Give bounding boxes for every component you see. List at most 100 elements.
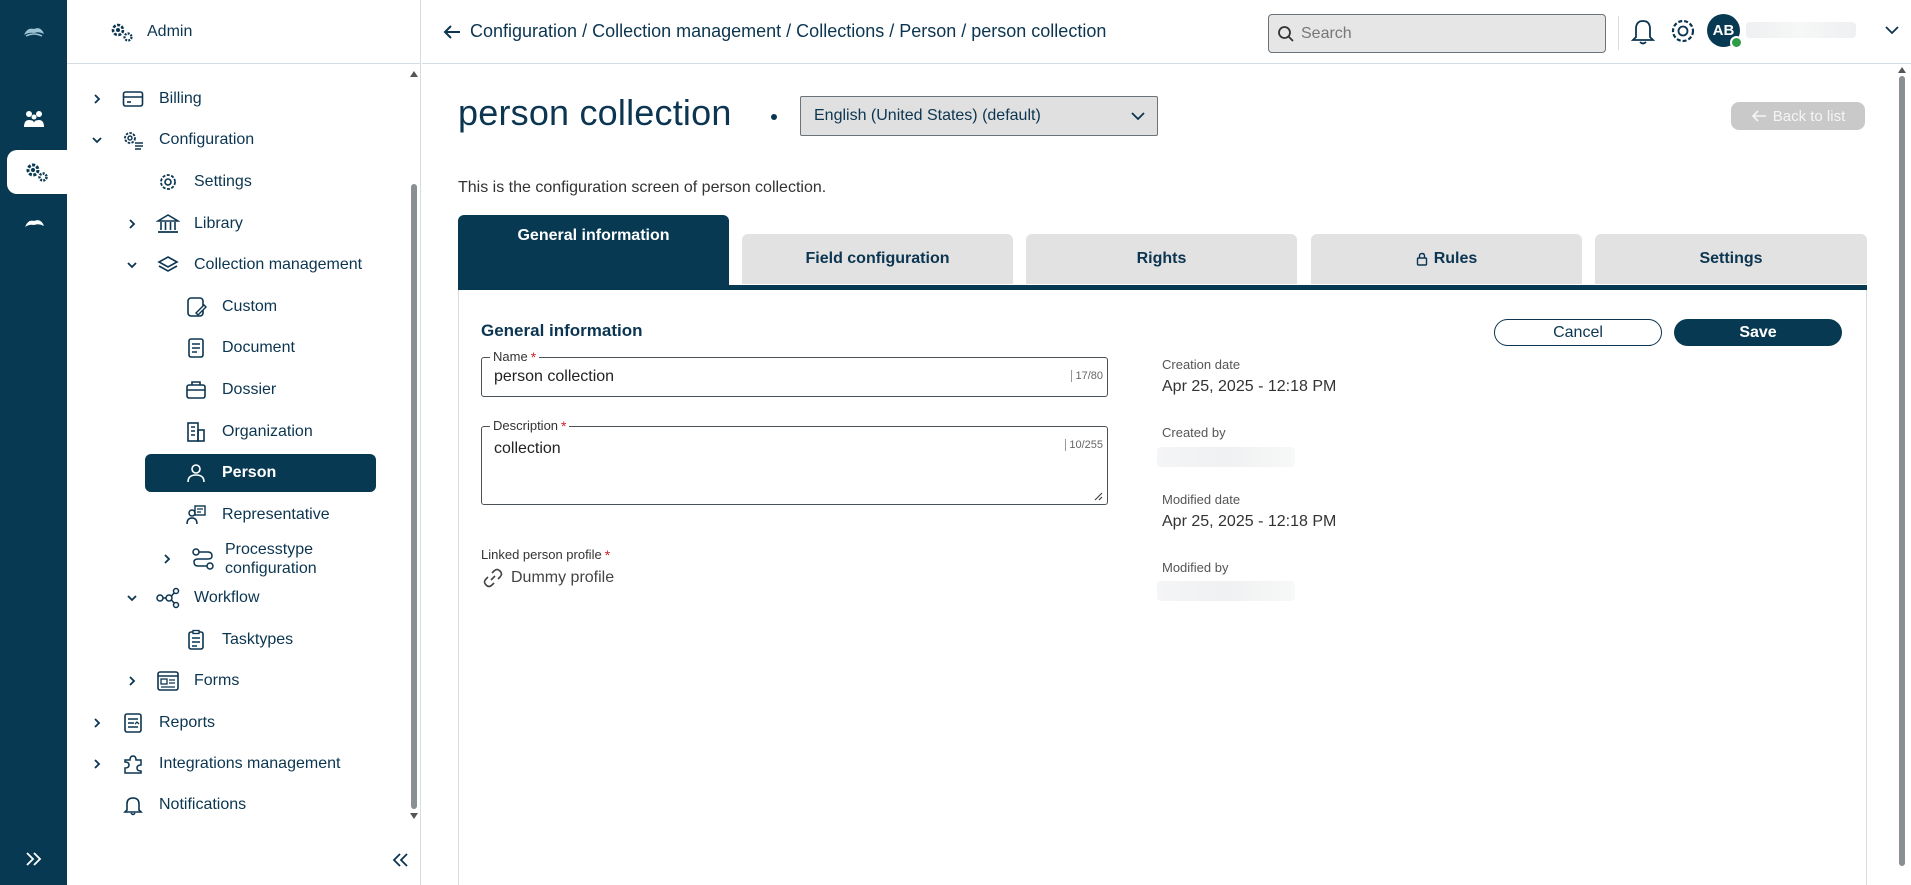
tab-label: Settings — [1699, 250, 1763, 267]
sidebar-item-label: Tasktypes — [222, 631, 294, 648]
process-icon — [191, 547, 215, 571]
creation-date-value: Apr 25, 2025 - 12:18 PM — [1162, 378, 1337, 395]
lock-icon — [1416, 252, 1427, 266]
sidebar-scrollbar-thumb[interactable] — [411, 184, 417, 809]
online-status-icon — [1730, 36, 1743, 49]
tab-rights[interactable]: Rights — [1026, 234, 1297, 284]
sidebar-item-document[interactable]: Document — [184, 329, 295, 367]
sidebar-item-tasktypes[interactable]: Tasktypes — [184, 621, 293, 659]
avatar[interactable]: AB — [1707, 14, 1743, 49]
sidebar-item-notifications[interactable]: Notifications — [121, 786, 246, 824]
rail-community-icon[interactable] — [0, 98, 67, 142]
chevron-right-icon[interactable] — [122, 671, 142, 691]
sidebar-item-label: Integrations management — [159, 755, 341, 772]
chevron-right-icon[interactable] — [157, 549, 177, 569]
page-title: person collection — [458, 92, 732, 133]
chevron-down-icon[interactable] — [122, 255, 142, 275]
reports-icon — [121, 711, 145, 735]
main-content: person collection English (United States… — [422, 65, 1892, 885]
search-box[interactable] — [1268, 14, 1606, 53]
tab-label: Field configuration — [805, 250, 950, 267]
sidebar-item-integrations-management[interactable]: Integrations management — [87, 745, 340, 783]
tab-label: Rules — [1433, 250, 1478, 267]
page-scrollbar[interactable] — [1896, 64, 1908, 885]
sidebar-item-label: Processtype — [225, 541, 314, 558]
library-icon — [156, 212, 180, 236]
sidebar: Admin Billing Configuration Settings Lib… — [67, 0, 421, 885]
resize-handle-icon[interactable] — [1093, 491, 1103, 501]
chevron-right-icon[interactable] — [87, 89, 107, 109]
chevron-right-icon[interactable] — [122, 214, 142, 234]
rail-admin-gear-icon[interactable] — [7, 150, 67, 194]
person-icon — [184, 461, 208, 485]
tab-field-configuration[interactable]: Field configuration — [742, 234, 1013, 284]
tab-label: General information — [517, 227, 670, 244]
language-value: English (United States) (default) — [814, 107, 1041, 124]
sidebar-item-label: Collection management — [194, 256, 363, 273]
save-button[interactable]: Save — [1674, 319, 1842, 346]
sidebar-item-label-2: configuration — [225, 560, 317, 577]
title-separator-dot — [771, 114, 777, 120]
custom-icon — [184, 295, 208, 319]
modified-by-label: Modified by — [1162, 560, 1229, 575]
sidebar-item-processtype-configuration[interactable]: Processtype configuration — [157, 537, 317, 581]
organization-icon — [184, 420, 208, 444]
chevron-down-icon[interactable] — [122, 588, 142, 608]
back-to-list-button[interactable]: Back to list — [1731, 102, 1865, 130]
linked-profile-link[interactable]: Dummy profile — [481, 566, 614, 590]
sidebar-item-configuration[interactable]: Configuration — [87, 121, 254, 159]
search-input[interactable] — [1301, 24, 1581, 43]
cancel-button[interactable]: Cancel — [1494, 319, 1662, 346]
tab-general-information[interactable]: General information — [458, 215, 729, 285]
link-icon — [483, 568, 503, 588]
settings-gear-icon[interactable] — [1668, 16, 1698, 46]
sidebar-item-label: Dossier — [222, 381, 277, 398]
tab-rules[interactable]: Rules — [1311, 234, 1582, 284]
arrow-left-icon — [1751, 110, 1766, 122]
sidebar-item-label: Forms — [194, 672, 240, 689]
sidebar-header[interactable]: Admin — [67, 0, 421, 64]
sidebar-item-collection-management[interactable]: Collection management — [122, 246, 362, 284]
sidebar-item-settings[interactable]: Settings — [156, 163, 252, 201]
sidebar-item-person[interactable]: Person — [145, 454, 376, 492]
language-select[interactable]: English (United States) (default) — [800, 96, 1158, 136]
puzzle-icon — [121, 752, 145, 776]
chevron-right-icon[interactable] — [87, 713, 107, 733]
back-arrow-icon[interactable] — [440, 20, 464, 44]
user-name-blurred[interactable] — [1746, 22, 1856, 38]
breadcrumb[interactable]: Configuration / Collection management / … — [470, 21, 1106, 42]
chevron-down-icon[interactable] — [1882, 20, 1902, 40]
sidebar-item-label: Configuration — [159, 131, 255, 148]
name-field[interactable]: Name * person collection 17/80 — [481, 349, 1108, 397]
notifications-bell-icon[interactable] — [1629, 16, 1657, 46]
rail-expand-icon[interactable] — [0, 841, 67, 877]
dossier-icon — [184, 378, 208, 402]
sidebar-item-representative[interactable]: Representative — [184, 496, 330, 534]
description-field[interactable]: Description * collection 10/255 — [481, 418, 1108, 505]
modified-date-value: Apr 25, 2025 - 12:18 PM — [1162, 513, 1337, 530]
sidebar-item-workflow[interactable]: Workflow — [122, 579, 260, 617]
name-input-value[interactable]: person collection — [494, 368, 614, 386]
sidebar-scrollbar[interactable] — [407, 64, 419, 824]
collapse-sidebar-icon[interactable] — [385, 845, 415, 875]
sidebar-item-billing[interactable]: Billing — [87, 80, 202, 118]
sidebar-item-forms[interactable]: Forms — [122, 662, 239, 700]
sidebar-item-organization[interactable]: Organization — [184, 413, 313, 451]
sidebar-item-custom[interactable]: Custom — [184, 288, 277, 326]
sidebar-item-dossier[interactable]: Dossier — [184, 371, 276, 409]
chevron-right-icon[interactable] — [87, 754, 107, 774]
sidebar-item-reports[interactable]: Reports — [87, 704, 215, 742]
header-separator — [1618, 16, 1619, 50]
rail-cloud-icon[interactable] — [0, 202, 67, 246]
description-input-value[interactable]: collection — [494, 440, 561, 458]
created-by-label: Created by — [1162, 425, 1226, 440]
linked-profile-value: Dummy profile — [511, 569, 615, 586]
page-scrollbar-thumb[interactable] — [1899, 76, 1905, 866]
logo-icon[interactable] — [0, 0, 67, 64]
sidebar-item-label: Organization — [222, 423, 313, 440]
description-char-count: 10/255 — [1065, 439, 1103, 451]
tab-settings[interactable]: Settings — [1595, 234, 1867, 284]
sidebar-item-library[interactable]: Library — [122, 205, 243, 243]
created-by-blurred — [1157, 447, 1295, 467]
chevron-down-icon[interactable] — [87, 130, 107, 150]
